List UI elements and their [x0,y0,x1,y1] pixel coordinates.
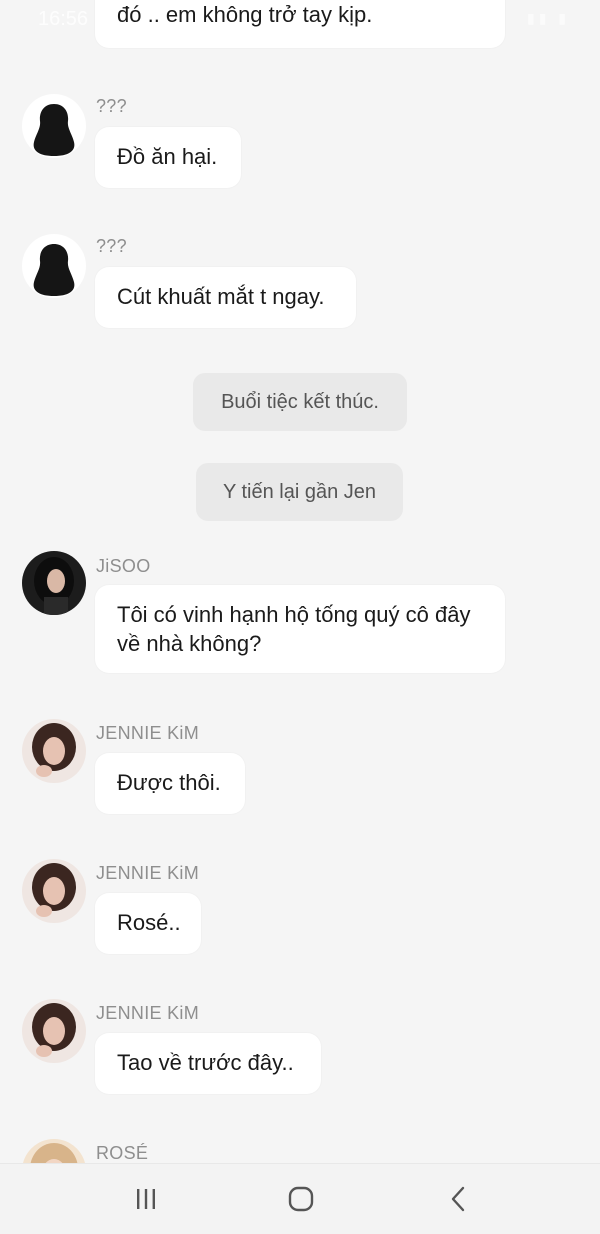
message-bubble: Đồ ăn hại. [95,127,241,188]
avatar-unknown[interactable] [22,94,86,158]
sender-name: ROSÉ [96,1143,149,1163]
status-time: 16:56 [38,8,89,30]
sender-name: ??? [96,96,127,116]
message-bubble: Tôi có vinh hạnh hộ tống quý cô đây về n… [95,585,505,673]
sender-name: JENNIE KiM [96,723,200,743]
message-text: Cút khuất mắt t ngay. [117,284,325,309]
home-button[interactable] [279,1181,323,1217]
avatar-jennie[interactable] [22,859,86,923]
avatar-jennie[interactable] [22,999,86,1063]
back-button[interactable] [436,1181,480,1217]
sender-name: JENNIE KiM [96,863,200,883]
chat-area[interactable]: đó .. em không trở tay kịp. ??? Đồ ăn hạ… [0,0,600,1163]
back-icon [451,1186,465,1212]
narration-bubble: Y tiến lại gần Jen [196,463,403,521]
sender-name: JENNIE KiM [96,1003,200,1023]
avatar-jennie[interactable] [22,719,86,783]
narration-bubble: Buổi tiệc kết thúc. [193,373,407,431]
recent-apps-icon [137,1189,155,1209]
message-bubble: Cút khuất mắt t ngay. [95,267,356,328]
avatar-unknown[interactable] [22,234,86,298]
message-text: Rosé.. [117,910,181,935]
avatar-jisoo[interactable] [22,551,86,615]
navigation-bar [0,1163,600,1234]
message-text: Tao về trước đây.. [117,1050,294,1075]
sender-name: JiSOO [96,556,151,576]
avatar-rose[interactable] [22,1139,86,1163]
message-bubble: Rosé.. [95,893,201,954]
home-icon [288,1186,314,1212]
message-bubble: Tao về trước đây.. [95,1033,321,1094]
message-text: Đồ ăn hại. [117,144,218,169]
sender-name: ??? [96,236,127,256]
message-text: Tôi có vinh hạnh hộ tống quý cô đây về n… [117,602,471,656]
status-bar: 16:56 ▮▮ ▮ [0,0,600,38]
message-bubble: Được thôi. [95,753,245,814]
recent-apps-button[interactable] [124,1181,168,1217]
message-text: Được thôi. [117,770,221,795]
signal-battery-icon: ▮▮ ▮ [526,10,570,26]
